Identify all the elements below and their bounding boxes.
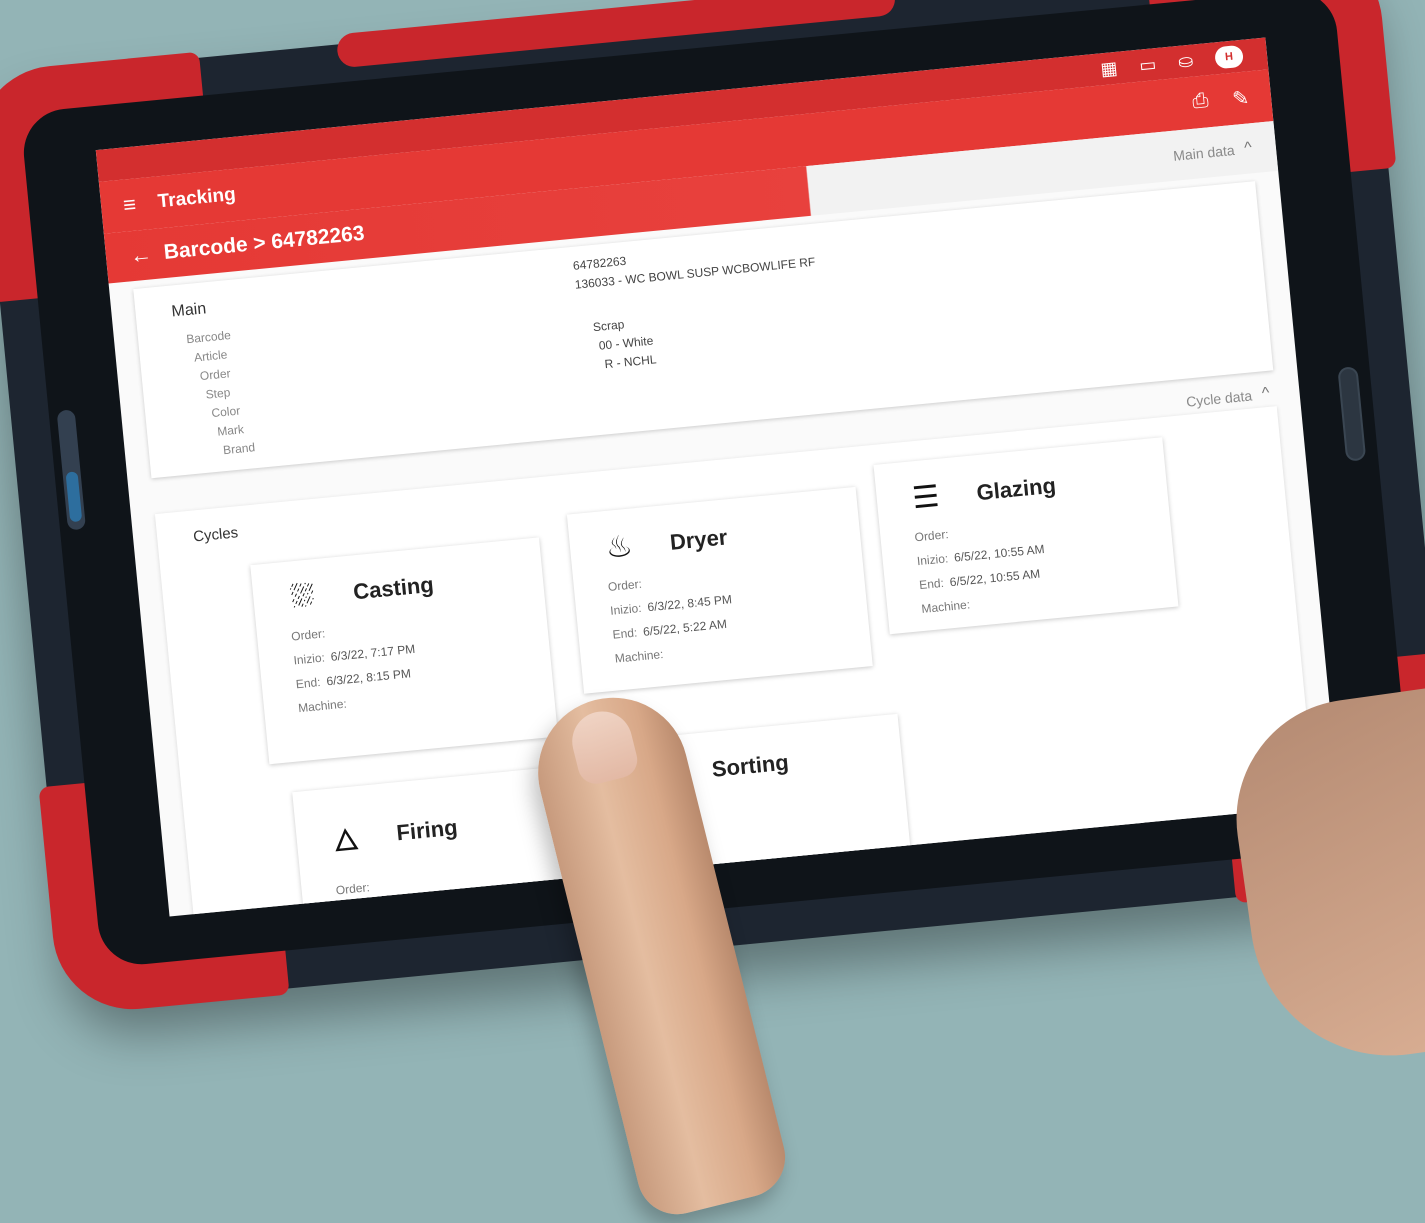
label-mark: Mark [216,422,245,439]
end-value: 6/3/22, 8:15 PM [325,666,412,689]
edit-icon[interactable]: ✎ [1231,85,1250,111]
main-data-header[interactable]: Main data [1173,142,1236,164]
end-label: End: [295,675,322,692]
cycle-card-casting[interactable]: ⛆ Casting Order: Inizio: 6/3/22, 7:17 PM … [250,537,559,765]
end-value: 6/5/22, 5:22 AM [642,616,728,639]
cycle-name: Sorting [710,749,790,782]
start-value: 6/5/22, 10:55 AM [953,542,1046,565]
label-order: Order [199,366,232,384]
tablet-screen: ▦ ▭ ⛀ H ≡ Tracking ⎙ ✎ ← Barcode > 64782… [95,37,1340,917]
cycle-card-glazing[interactable]: ☰ Glazing Order: Inizio: 6/5/22, 10:55 AM… [873,437,1179,635]
end-value: 6/5/22, 10:55 AM [949,566,1041,590]
fingernail [565,705,642,788]
label-brand: Brand [222,440,256,458]
main-labels: Barcode Article Order Step Color Mark Br… [186,327,256,460]
glazing-icon: ☰ [910,479,941,516]
main-values: 64782263 136033 - WC BOWL SUSP WCBOWLIFE… [572,236,823,374]
format-paint-icon[interactable]: ⛀ [1177,50,1194,72]
label-article: Article [193,347,228,365]
tablet-device: ▦ ▭ ⛀ H ≡ Tracking ⎙ ✎ ← Barcode > 64782… [0,0,1425,1017]
apps-grid-icon[interactable]: ▦ [1100,57,1119,80]
main-title: Main [170,300,207,321]
home-button [1337,366,1367,462]
chevron-up-icon[interactable]: ^ [1261,385,1270,404]
menu-icon[interactable]: ≡ [122,192,137,219]
cycle-data-label: Cycle data [1185,387,1253,410]
cycle-name: Firing [395,814,459,845]
avatar[interactable]: H [1214,44,1245,70]
devices-icon[interactable]: ▭ [1138,54,1157,77]
end-label: End: [918,575,945,593]
cycle-card-dryer[interactable]: ♨ Dryer Order: Inizio: 6/3/22, 8:45 PM En… [566,486,873,694]
back-arrow-icon[interactable]: ← [129,241,153,269]
cycle-name: Casting [352,571,435,605]
start-label: Inizio: [916,551,949,569]
firing-icon: 🜂 [331,823,361,859]
print-icon[interactable]: ⎙ [1191,89,1209,115]
casting-icon: ⛆ [288,579,317,615]
cycle-name: Dryer [668,523,729,555]
start-value: 6/3/22, 8:45 PM [646,592,733,615]
cycle-name: Glazing [975,472,1057,505]
side-button [56,409,87,531]
label-barcode: Barcode [185,328,232,347]
end-label: End: [611,625,638,642]
dryer-icon: ♨ [604,529,635,565]
label-color: Color [210,403,241,421]
start-label: Inizio: [609,600,643,618]
start-label: Inizio: [292,650,326,668]
start-value: 6/3/22, 7:17 PM [330,641,416,664]
cycles-label: Cycles [192,524,239,546]
label-step: Step [205,385,231,402]
chevron-up-icon[interactable]: ^ [1244,139,1253,158]
